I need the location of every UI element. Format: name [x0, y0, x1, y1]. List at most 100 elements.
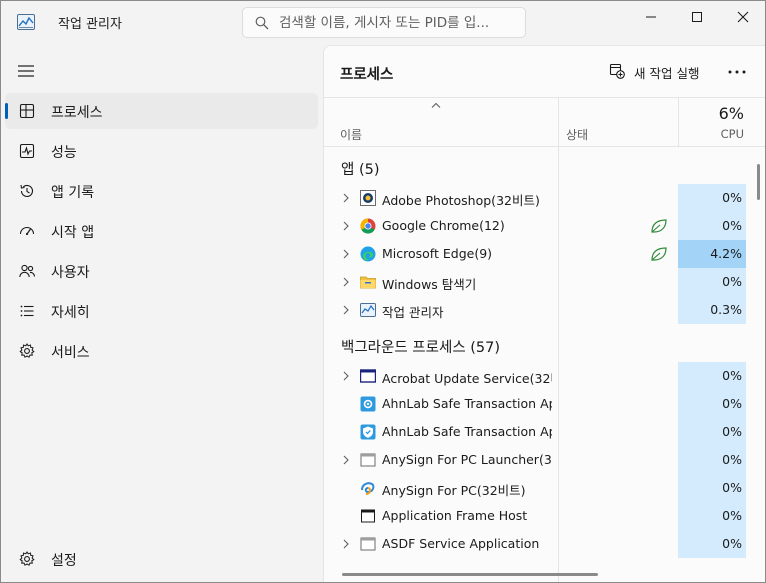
cpu-cell: 0%: [678, 184, 746, 212]
title-bar[interactable]: 작업 관리자: [1, 1, 765, 45]
hamburger-menu-icon[interactable]: [15, 63, 37, 79]
vertical-scrollbar[interactable]: [757, 164, 760, 200]
process-name: Acrobat Update Service(32비...: [382, 371, 552, 386]
horizontal-scrollbar[interactable]: [342, 573, 598, 576]
process-name: Microsoft Edge(9): [382, 246, 493, 261]
window-app-icon: [360, 369, 376, 383]
services-icon: [19, 343, 35, 358]
close-icon: [737, 11, 749, 23]
table-row[interactable]: AhnLab Safe Transaction App... 0%: [324, 418, 746, 446]
processes-panel: 프로세스 새 작업 실행 이름 상태 6% CPU 앱 (5) Adobe Ph…: [323, 45, 765, 582]
sidebar-item-label: 자세히: [51, 305, 90, 321]
table-row[interactable]: Acrobat Update Service(32비... 0%: [324, 362, 746, 390]
processes-icon: [19, 103, 35, 119]
maximize-button[interactable]: [674, 1, 720, 33]
sidebar-item-label: 성능: [51, 145, 77, 161]
chevron-right-icon[interactable]: [342, 539, 350, 549]
cpu-value: 0%: [722, 396, 742, 411]
chevron-right-icon[interactable]: [342, 221, 350, 231]
sidebar-item-label: 서비스: [51, 345, 90, 361]
run-new-task-button[interactable]: 새 작업 실행: [606, 60, 706, 84]
sidebar-item-startup-apps[interactable]: 시작 앱: [5, 213, 318, 249]
sidebar-item-label: 시작 앱: [51, 225, 95, 241]
photoshop-icon: [360, 190, 376, 206]
cpu-cell: 4.2%: [678, 240, 746, 268]
table-row[interactable]: Adobe Photoshop(32비트) 0%: [324, 184, 746, 212]
table-row[interactable]: Application Frame Host 0%: [324, 502, 746, 530]
anysign-icon: [361, 482, 375, 495]
task-manager-app-icon: [17, 14, 35, 30]
search-box[interactable]: [242, 7, 526, 38]
cpu-value: 0%: [722, 452, 742, 467]
run-new-task-label: 새 작업 실행: [634, 66, 700, 81]
window-app-icon: [361, 509, 375, 523]
table-row[interactable]: Windows 탐색기 0%: [324, 268, 746, 296]
task-manager-icon: [360, 303, 376, 317]
sidebar-item-processes[interactable]: 프로세스: [5, 93, 318, 129]
cpu-value: 0%: [722, 508, 742, 523]
search-icon: [255, 16, 269, 30]
chevron-right-icon[interactable]: [342, 305, 350, 315]
process-name: ASDF Service Application: [382, 536, 540, 551]
table-row[interactable]: AhnLab Safe Transaction App... 0%: [324, 390, 746, 418]
column-header-divider: [324, 146, 765, 147]
minimize-icon: [646, 16, 656, 18]
cpu-cell: 0%: [678, 268, 746, 296]
column-header-status[interactable]: 상태: [566, 126, 588, 143]
sidebar-item-settings[interactable]: 설정: [5, 541, 318, 577]
sort-ascending-icon[interactable]: [430, 101, 442, 109]
app-history-icon: [20, 184, 34, 197]
cpu-value: 0%: [722, 218, 742, 233]
efficiency-mode-leaf-icon: [651, 247, 667, 261]
cpu-value: 0%: [722, 424, 742, 439]
cpu-value: 0.3%: [710, 302, 742, 317]
group-title-apps[interactable]: 앱 (5): [341, 158, 380, 179]
table-row[interactable]: Google Chrome(12) 0%: [324, 212, 746, 240]
folder-icon: [360, 276, 376, 289]
table-row[interactable]: Microsoft Edge(9) 4.2%: [324, 240, 746, 268]
more-options-button[interactable]: [722, 60, 752, 84]
cpu-cell: 0%: [678, 474, 746, 502]
new-task-icon: [609, 63, 625, 79]
cpu-value: 0%: [722, 480, 742, 495]
sidebar-item-label: 프로세스: [51, 105, 103, 121]
process-name: Google Chrome(12): [382, 218, 505, 233]
performance-icon: [19, 143, 35, 159]
search-input[interactable]: [279, 12, 523, 34]
cpu-cell: 0%: [678, 362, 746, 390]
sidebar-item-app-history[interactable]: 앱 기록: [5, 173, 318, 209]
table-row[interactable]: ASDF Service Application 0%: [324, 530, 746, 558]
chevron-right-icon[interactable]: [342, 455, 350, 465]
chevron-right-icon[interactable]: [342, 277, 350, 287]
process-name: Adobe Photoshop(32비트): [382, 193, 540, 208]
sidebar-item-services[interactable]: 서비스: [5, 333, 318, 369]
minimize-button[interactable]: [628, 1, 674, 33]
column-header-cpu[interactable]: CPU: [721, 127, 744, 141]
edge-icon: [360, 246, 376, 262]
sidebar-item-label: 앱 기록: [51, 185, 95, 201]
column-header-cpu-total[interactable]: 6%: [719, 104, 744, 123]
process-name: AhnLab Safe Transaction App...: [382, 396, 552, 411]
chevron-right-icon[interactable]: [342, 193, 350, 203]
group-title-background[interactable]: 백그라운드 프로세스 (57): [341, 336, 500, 357]
chevron-right-icon[interactable]: [342, 371, 350, 381]
column-divider: [678, 98, 679, 147]
table-row[interactable]: AnySign For PC Launcher(32... 0%: [324, 446, 746, 474]
column-header-name[interactable]: 이름: [340, 126, 362, 143]
close-button[interactable]: [720, 1, 765, 33]
sidebar-item-label: 설정: [51, 553, 77, 569]
cpu-value: 0%: [722, 190, 742, 205]
sidebar-item-details[interactable]: 자세히: [5, 293, 318, 329]
cpu-cell: 0%: [678, 390, 746, 418]
sidebar-item-users[interactable]: 사용자: [5, 253, 318, 289]
table-row[interactable]: 작업 관리자 0.3%: [324, 296, 746, 324]
task-manager-window: 작업 관리자 검색할 이름, 게시자 또는 PID를 입... 프로세스 성능 …: [0, 0, 766, 583]
ahnlab-shield-icon: [360, 424, 376, 440]
chevron-right-icon[interactable]: [342, 249, 350, 259]
maximize-icon: [692, 12, 702, 22]
users-icon: [19, 264, 36, 278]
sidebar-item-performance[interactable]: 성능: [5, 133, 318, 169]
sidebar: 프로세스 성능 앱 기록 시작 앱 사용자 자세히 서비스 설정: [1, 45, 323, 582]
table-row[interactable]: AnySign For PC(32비트) 0%: [324, 474, 746, 502]
window-title: 작업 관리자: [58, 17, 122, 32]
